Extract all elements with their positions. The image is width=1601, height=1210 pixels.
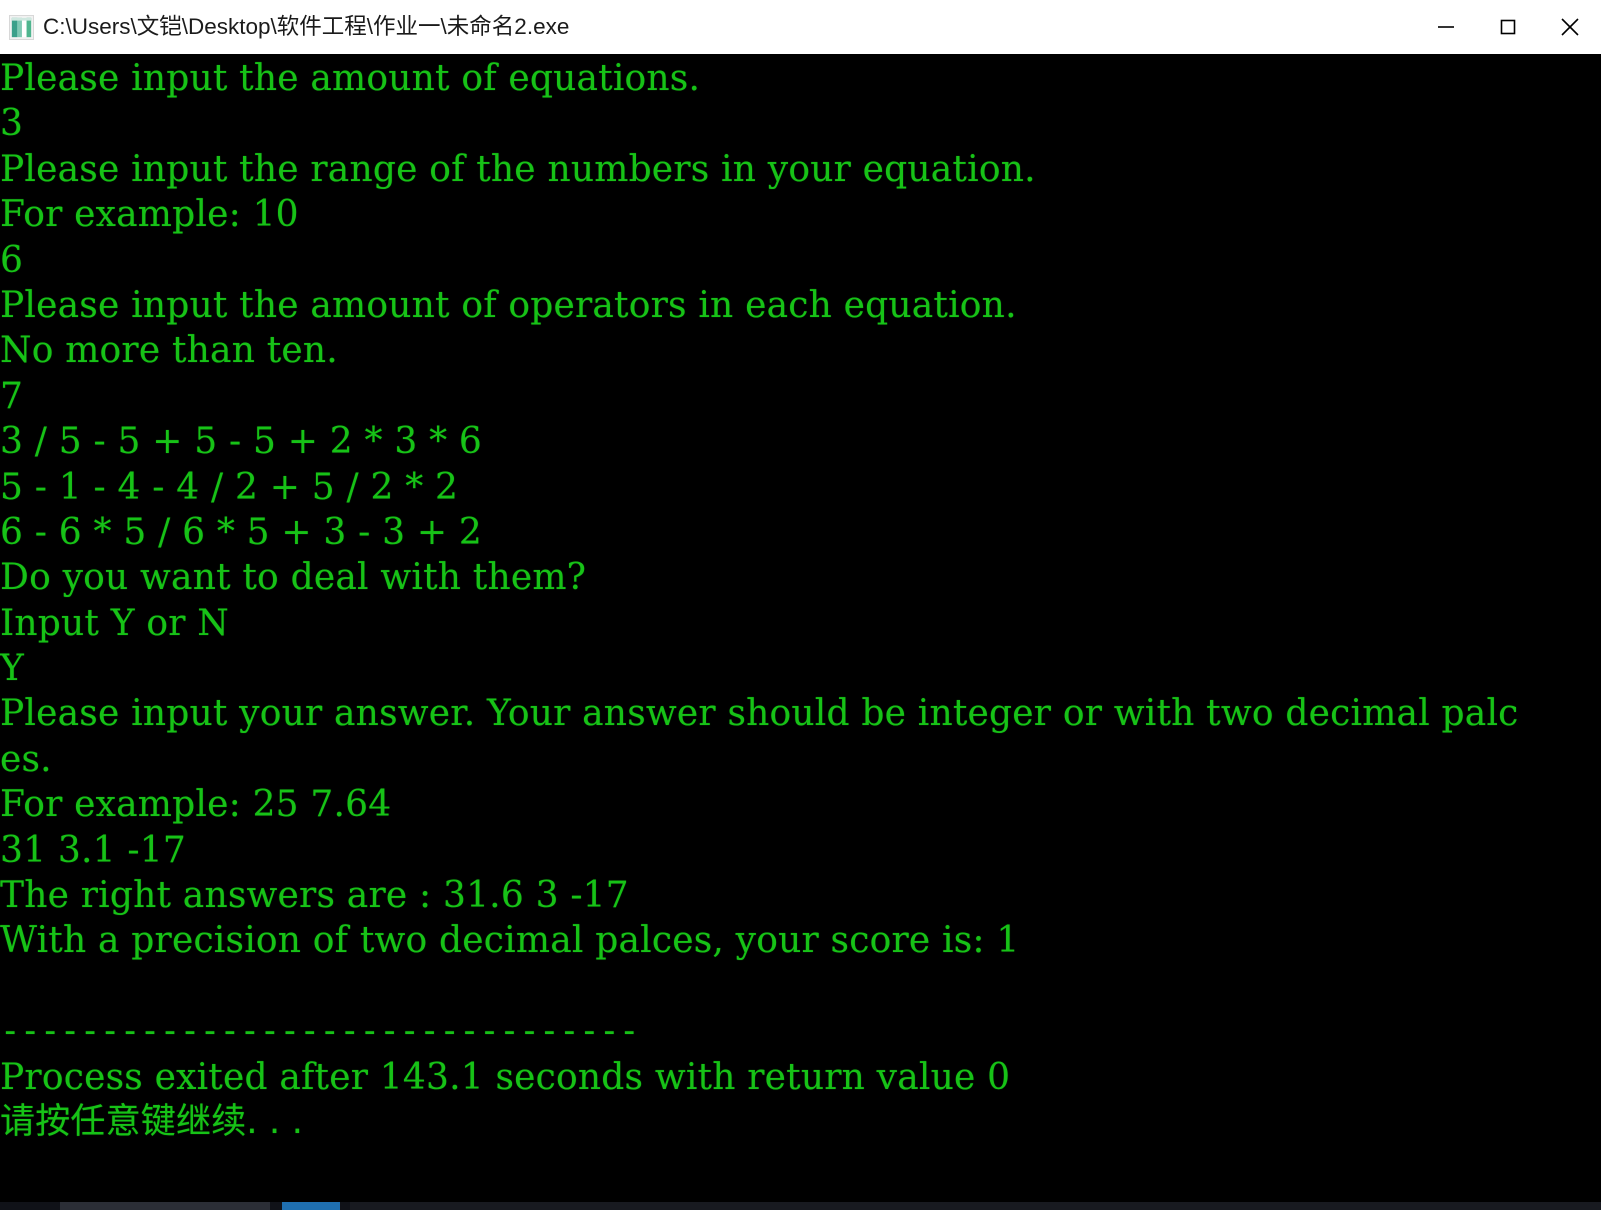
window-controls	[1415, 0, 1601, 54]
console-line: Do you want to deal with them?	[0, 557, 587, 599]
title-bar[interactable]: C:\Users\文铠\Desktop\软件工程\作业一\未命名2.exe	[0, 0, 1601, 54]
console-line: For example: 25 7.64	[0, 784, 392, 826]
console-line: 3 / 5 - 5 + 5 - 5 + 2 * 3 * 6	[0, 421, 483, 463]
taskbar-segment	[60, 1202, 270, 1210]
taskbar-sliver	[0, 1202, 1601, 1210]
minimize-icon	[1438, 26, 1454, 28]
console-window: C:\Users\文铠\Desktop\软件工程\作业一\未命名2.exe Pl…	[0, 0, 1601, 1210]
console-line: For example: 10	[0, 194, 299, 236]
console-line: es.	[0, 738, 52, 780]
console-line: 6 - 6 * 5 / 6 * 5 + 3 - 3 + 2	[0, 511, 483, 553]
console-line: 5 - 1 - 4 - 4 / 2 + 5 / 2 * 2	[0, 466, 459, 508]
console-output-area[interactable]: Please input the amount of equations. 3 Pl…	[0, 54, 1601, 1202]
console-line: 3	[0, 103, 24, 145]
console-line: Input Y or N	[0, 602, 229, 644]
close-button[interactable]	[1539, 0, 1601, 54]
console-line-list: Please input the amount of equations. 3 Pl…	[0, 54, 1601, 1145]
console-line: --------------------------------	[0, 1011, 640, 1052]
taskbar-active-segment	[282, 1202, 340, 1210]
console-line: Please input your answer. Your answer sh…	[0, 693, 1519, 735]
console-line: Process exited after 143.1 seconds with …	[0, 1056, 1011, 1098]
console-line: Please input the range of the numbers in…	[0, 148, 1036, 190]
taskbar-empty-segment	[350, 1202, 1601, 1210]
console-line: No more than ten.	[0, 330, 338, 372]
close-icon	[1561, 18, 1579, 36]
window-title: C:\Users\文铠\Desktop\软件工程\作业一\未命名2.exe	[43, 13, 570, 39]
console-line: 请按任意键继续. . .	[0, 1101, 304, 1142]
console-line: Y	[0, 648, 24, 690]
console-line: 31 3.1 -17	[0, 829, 186, 871]
maximize-icon	[1500, 19, 1516, 35]
minimize-button[interactable]	[1415, 0, 1477, 54]
maximize-button[interactable]	[1477, 0, 1539, 54]
console-line: Please input the amount of operators in …	[0, 284, 1017, 326]
console-line: Please input the amount of equations.	[0, 58, 701, 99]
console-line: 6	[0, 239, 24, 281]
console-line: 7	[0, 375, 24, 417]
console-line: With a precision of two decimal palces, …	[0, 920, 1020, 962]
application-exe-icon	[9, 14, 34, 40]
console-line: The right answers are : 31.6 3 -17	[0, 875, 629, 917]
